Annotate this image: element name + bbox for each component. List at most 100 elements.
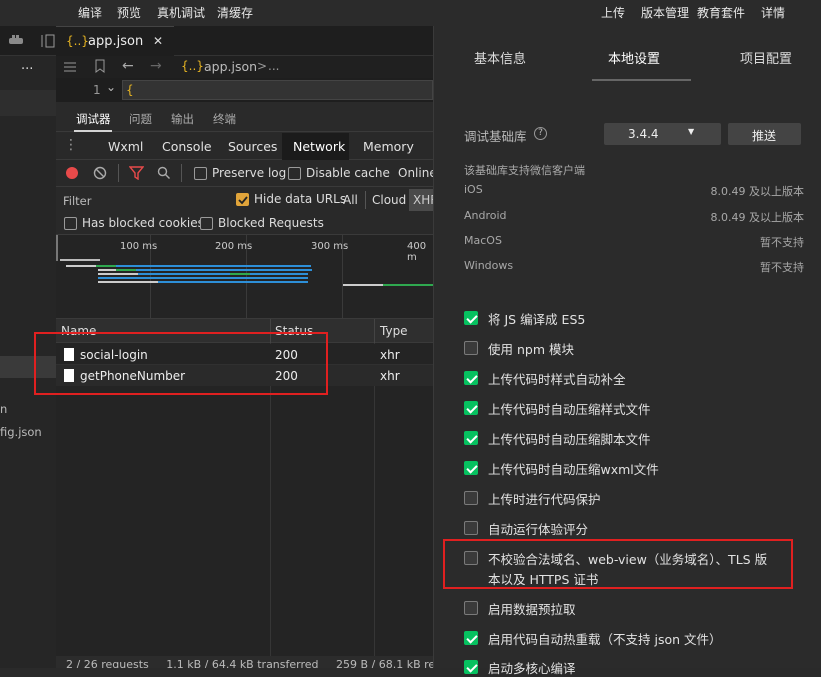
platform-row: Windows 暂不支持 — [464, 259, 804, 274]
tab-debugger[interactable]: 调试器 — [76, 111, 111, 127]
panel-tab-bar: ⋮ Wxml Console Sources Network Memory — [56, 133, 433, 160]
blocked-requests-checkbox[interactable] — [200, 217, 213, 230]
disable-cache-checkbox[interactable] — [288, 167, 301, 180]
platform-name: Android — [464, 209, 507, 222]
has-blocked-cookies-checkbox[interactable] — [64, 217, 77, 230]
tab-local-settings[interactable]: 本地设置 — [608, 48, 660, 67]
auto-audit-checkbox[interactable] — [464, 521, 478, 535]
network-status-bar: 2 / 26 requests 1.1 kB / 64.4 kB transfe… — [56, 656, 433, 668]
status-summary: 2 / 26 requests 1.1 kB / 64.4 kB transfe… — [66, 658, 433, 668]
multicore-compile-checkbox[interactable] — [464, 660, 478, 674]
inspect-element-icon[interactable]: ⋮ — [64, 137, 78, 153]
tick-400ms: 400 m — [407, 241, 427, 263]
json-file-icon: {..} — [181, 59, 204, 73]
base-library-select[interactable]: 3.4.4 ▼ — [604, 123, 721, 145]
tab-console[interactable]: Console — [162, 139, 212, 154]
hot-reload-checkbox[interactable] — [464, 631, 478, 645]
tab-terminal[interactable]: 终端 — [213, 111, 236, 127]
search-icon[interactable] — [157, 166, 171, 180]
menu-edu-kit[interactable]: 教育套件 — [697, 4, 745, 21]
sidebar-file-fragment[interactable]: n — [0, 402, 7, 416]
hide-data-urls-checkbox[interactable] — [236, 193, 249, 206]
current-line: { — [122, 80, 433, 100]
style-autoprefix-label: 上传代码时样式自动补全 — [488, 372, 626, 387]
waterfall-bar — [98, 277, 308, 279]
preserve-log-label: Preserve log — [212, 166, 287, 180]
tab-output[interactable]: 输出 — [171, 111, 194, 127]
top-menu-bar: 编译 预览 真机调试 清缓存 上传 版本管理 教育套件 详情 — [0, 0, 821, 26]
push-button[interactable]: 推送 — [728, 123, 801, 145]
tab-title: app.json — [88, 34, 144, 49]
active-tab-underline — [74, 130, 112, 132]
filter-cloud[interactable]: Cloud — [372, 193, 406, 207]
divider — [118, 164, 119, 182]
tab-sources[interactable]: Sources — [228, 139, 277, 154]
data-prefetch-label: 启用数据预拉取 — [488, 602, 576, 617]
preserve-log-checkbox[interactable] — [194, 167, 207, 180]
bookmark-icon[interactable] — [94, 59, 106, 74]
filter-input[interactable]: Filter — [58, 190, 226, 210]
platform-value: 8.0.49 及以上版本 — [710, 185, 804, 198]
column-type[interactable]: Type — [380, 324, 408, 338]
filter-xhr[interactable]: XHR — [409, 189, 433, 211]
help-icon[interactable]: ? — [534, 127, 547, 140]
menu-clear-cache[interactable]: 清缓存 — [217, 4, 253, 21]
es5-label: 将 JS 编译成 ES5 — [488, 312, 586, 327]
code-protect-checkbox[interactable] — [464, 491, 478, 505]
style-autoprefix-checkbox[interactable] — [464, 371, 478, 385]
breadcrumb-rest[interactable]: ... — [268, 59, 279, 73]
platform-value: 暂不支持 — [760, 236, 804, 249]
breadcrumb-separator: > — [257, 59, 268, 73]
waterfall-bar — [138, 273, 308, 275]
waterfall-bar — [66, 265, 96, 267]
tab-network-label: Network — [293, 139, 346, 154]
waterfall-bar — [116, 269, 136, 271]
menu-preview[interactable]: 预览 — [117, 4, 141, 21]
column-divider — [374, 319, 375, 343]
menu-compile[interactable]: 编译 — [78, 4, 102, 21]
sidebar-file-config[interactable]: fig.json — [0, 425, 42, 439]
breadcrumb: ← → {..} app.json > ... — [56, 56, 433, 78]
filter-placeholder: Filter — [63, 194, 92, 208]
clear-icon[interactable] — [93, 166, 107, 180]
list-icon[interactable] — [63, 61, 77, 73]
menu-details[interactable]: 详情 — [761, 4, 785, 21]
tab-project-config[interactable]: 项目配置 — [740, 48, 792, 67]
split-editor-icon[interactable] — [40, 34, 56, 48]
tab-problems[interactable]: 问题 — [129, 111, 152, 127]
filter-all[interactable]: All — [343, 193, 358, 207]
record-icon[interactable] — [66, 167, 78, 179]
minify-script-checkbox[interactable] — [464, 431, 478, 445]
data-prefetch-checkbox[interactable] — [464, 601, 478, 615]
platform-name: Windows — [464, 259, 514, 272]
filter-icon[interactable] — [129, 166, 144, 180]
tab-network[interactable]: Network — [282, 133, 349, 160]
throttle-select[interactable]: Online — [398, 166, 437, 180]
npm-checkbox[interactable] — [464, 341, 478, 355]
es5-checkbox[interactable] — [464, 311, 478, 325]
breadcrumb-file[interactable]: app.json — [204, 59, 257, 74]
minify-style-checkbox[interactable] — [464, 401, 478, 415]
menu-upload[interactable]: 上传 — [601, 4, 625, 21]
active-tab-underline — [592, 79, 691, 81]
code-editor[interactable]: 1 ⌄ { — [56, 78, 433, 102]
tab-basic-info[interactable]: 基本信息 — [474, 48, 526, 67]
network-timeline[interactable]: 100 ms 200 ms 300 ms 400 m — [56, 235, 433, 319]
menu-version-manage[interactable]: 版本管理 — [641, 4, 689, 21]
menu-real-device-debug[interactable]: 真机调试 — [157, 4, 205, 21]
waterfall-bar — [383, 284, 433, 286]
forward-arrow-icon[interactable]: → — [150, 58, 162, 74]
tab-wxml[interactable]: Wxml — [108, 139, 143, 154]
close-icon[interactable]: ✕ — [153, 34, 163, 48]
back-arrow-icon[interactable]: ← — [122, 58, 134, 74]
docker-icon[interactable] — [8, 34, 26, 46]
tab-memory[interactable]: Memory — [363, 139, 414, 154]
minify-wxml-checkbox[interactable] — [464, 461, 478, 475]
highlight-box-domain-check — [443, 539, 793, 589]
tab-app-json[interactable]: {..} app.json ✕ — [56, 26, 174, 56]
more-icon[interactable]: ··· — [21, 62, 33, 77]
fold-chevron-icon[interactable]: ⌄ — [106, 80, 116, 94]
base-library-value: 3.4.4 — [628, 127, 659, 141]
timeline-start-line — [56, 235, 58, 261]
tick-200ms: 200 ms — [215, 241, 253, 252]
